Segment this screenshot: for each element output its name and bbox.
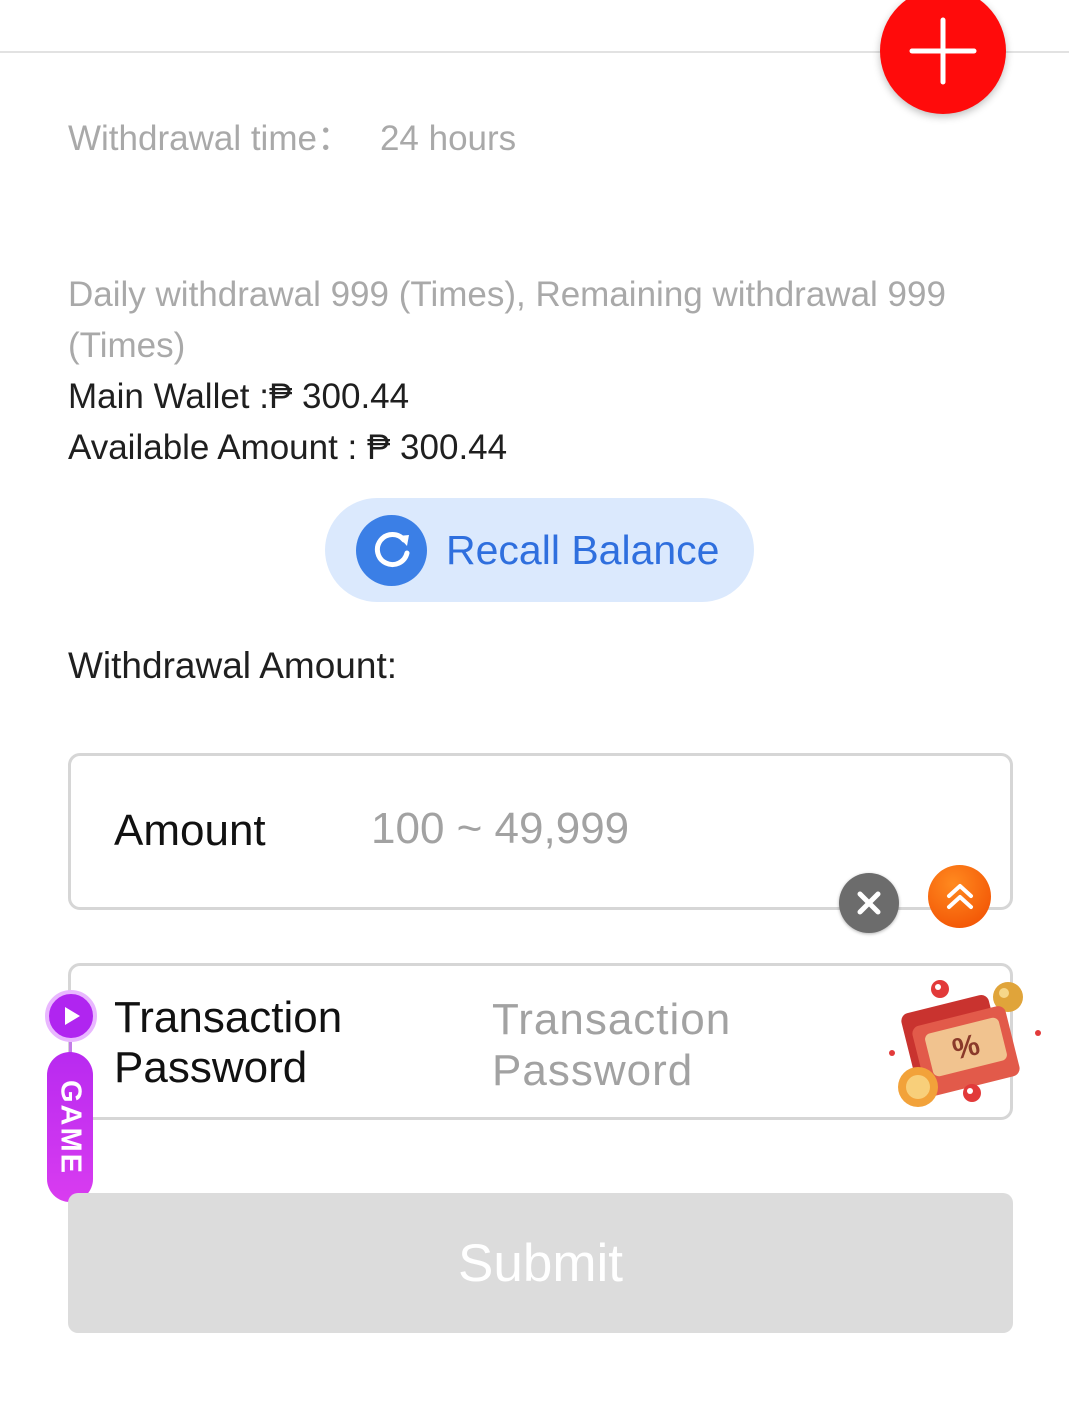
- daily-withdrawal-limit: Daily withdrawal 999 (Times), Remaining …: [68, 275, 946, 365]
- double-chevron-up-icon: [946, 883, 973, 909]
- game-play-button[interactable]: [45, 990, 97, 1042]
- available-amount: Available Amount : ₱ 300.44: [68, 428, 508, 467]
- clear-button[interactable]: [839, 873, 899, 933]
- main-wallet-balance: Main Wallet :₱ 300.44: [68, 377, 410, 416]
- transaction-password-input[interactable]: Transaction Password: [492, 994, 812, 1096]
- promo-gift-button[interactable]: %: [880, 975, 1045, 1115]
- amount-input[interactable]: [371, 804, 811, 854]
- transaction-password-label: Transaction Password: [114, 993, 343, 1092]
- refresh-icon: [356, 514, 427, 586]
- recall-balance-label: Recall Balance: [446, 526, 720, 573]
- plus-icon: [909, 17, 977, 85]
- withdrawal-page: Withdrawal time： 24 hours Daily withdrawa…: [0, 0, 1069, 1414]
- game-tab-button[interactable]: GAME: [47, 1052, 93, 1202]
- close-icon: [857, 891, 881, 915]
- submit-button[interactable]: Submit: [68, 1193, 1013, 1333]
- play-icon: [65, 1007, 80, 1025]
- withdrawal-amount-title: Withdrawal Amount:: [68, 645, 398, 686]
- add-button[interactable]: [880, 0, 1006, 114]
- recall-balance-button[interactable]: Recall Balance: [325, 498, 754, 602]
- game-floating-tab: GAME: [45, 990, 97, 1215]
- withdrawal-time-label: Withdrawal time：: [68, 119, 352, 158]
- withdrawal-time-value: 24 hours: [379, 119, 517, 158]
- withdrawal-time: Withdrawal time： 24 hours: [68, 113, 516, 164]
- game-tab-label: GAME: [54, 1079, 87, 1175]
- scroll-top-button[interactable]: [928, 865, 991, 928]
- amount-label: Amount: [114, 806, 266, 855]
- transaction-password-field: Transaction Password Transaction Passwor…: [68, 963, 1013, 1120]
- discount-gift-icon: %: [889, 980, 1041, 1107]
